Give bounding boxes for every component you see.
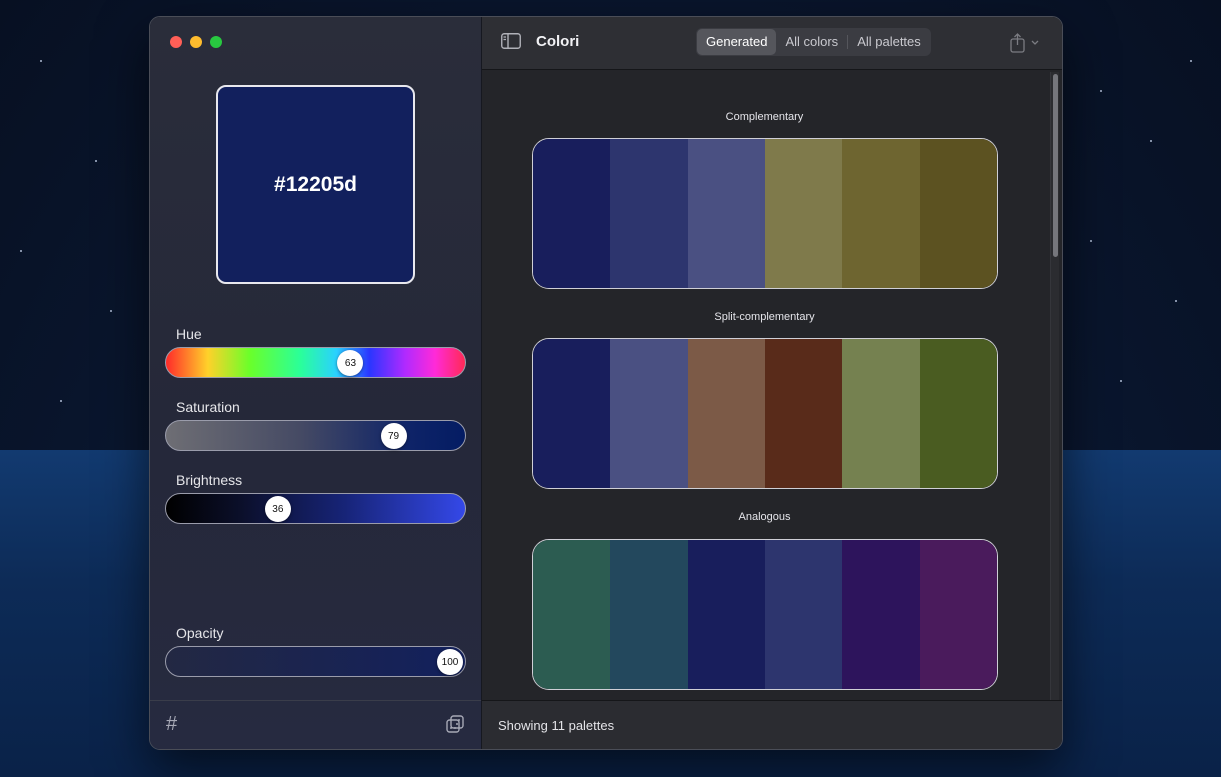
app-title: Colori — [536, 33, 580, 50]
color-cell[interactable] — [687, 339, 765, 488]
saturation-slider[interactable]: 79 — [165, 420, 466, 451]
hue-slider[interactable]: 63 — [165, 347, 466, 378]
color-cell[interactable] — [764, 339, 843, 488]
palette-title-analogous: Analogous — [738, 511, 791, 523]
hue-label: Hue — [176, 326, 202, 342]
saturation-label: Saturation — [176, 399, 240, 415]
saturation-slider-knob[interactable]: 79 — [380, 423, 407, 449]
color-cell[interactable] — [610, 339, 688, 488]
toolbar: Colori Generated All colors All palettes — [482, 17, 1062, 70]
color-cell[interactable] — [842, 139, 920, 288]
sidebar: #12205d Hue 63 Saturation 79 Brightness … — [150, 17, 482, 749]
brightness-label: Brightness — [176, 472, 243, 488]
tab-all-colors[interactable]: All colors — [776, 29, 847, 55]
color-cell[interactable] — [610, 540, 688, 689]
color-cell[interactable] — [764, 139, 843, 288]
color-cell[interactable] — [764, 540, 843, 689]
color-cell[interactable] — [610, 139, 688, 288]
palette-count-text: Showing 11 palettes — [498, 718, 615, 733]
color-cell[interactable] — [842, 540, 920, 689]
scrollbar-thumb[interactable] — [1053, 74, 1058, 257]
color-cell[interactable] — [919, 139, 997, 288]
color-cell[interactable] — [919, 339, 997, 488]
color-cell[interactable] — [842, 339, 920, 488]
tab-all-palettes[interactable]: All palettes — [848, 29, 930, 55]
share-icon[interactable] — [1010, 33, 1042, 53]
opacity-slider-knob[interactable]: 100 — [437, 649, 463, 675]
color-preview-swatch[interactable]: #12205d — [216, 85, 415, 284]
hex-input-button[interactable]: # — [166, 713, 177, 736]
view-segmented-control: Generated All colors All palettes — [696, 28, 931, 56]
main-panel: Colori Generated All colors All palettes… — [482, 17, 1062, 749]
window-controls — [170, 36, 222, 48]
hex-value: #12205d — [274, 172, 357, 196]
sidebar-toggle-icon[interactable] — [501, 33, 521, 49]
color-cell[interactable] — [533, 339, 611, 488]
app-window: #12205d Hue 63 Saturation 79 Brightness … — [149, 16, 1063, 750]
sidebar-footer: # — [150, 700, 481, 749]
palette-analogous[interactable] — [532, 539, 998, 690]
vertical-scrollbar[interactable] — [1050, 72, 1059, 700]
color-cell[interactable] — [533, 139, 611, 288]
palette-split-complementary[interactable] — [532, 338, 998, 489]
palette-complementary[interactable] — [532, 138, 998, 289]
palette-title-split-complementary: Split-complementary — [714, 311, 815, 323]
palette-title-complementary: Complementary — [725, 111, 804, 123]
color-cell[interactable] — [687, 540, 765, 689]
zoom-button[interactable] — [210, 36, 222, 48]
status-bar: Showing 11 palettes — [482, 700, 1062, 749]
brightness-slider-knob[interactable]: 36 — [264, 496, 291, 522]
color-cell[interactable] — [687, 139, 765, 288]
tab-generated[interactable]: Generated — [697, 29, 777, 55]
opacity-label: Opacity — [176, 625, 224, 641]
opacity-slider[interactable]: 100 — [165, 646, 466, 677]
close-button[interactable] — [170, 36, 182, 48]
minimize-button[interactable] — [190, 36, 202, 48]
palette-list: Complementary Split-complementary Analog… — [482, 70, 1062, 700]
brightness-slider[interactable]: 36 — [165, 493, 466, 524]
color-cell[interactable] — [533, 540, 611, 689]
random-dice-icon[interactable] — [446, 715, 464, 733]
hue-slider-knob[interactable]: 63 — [337, 350, 364, 376]
color-cell[interactable] — [919, 540, 997, 689]
